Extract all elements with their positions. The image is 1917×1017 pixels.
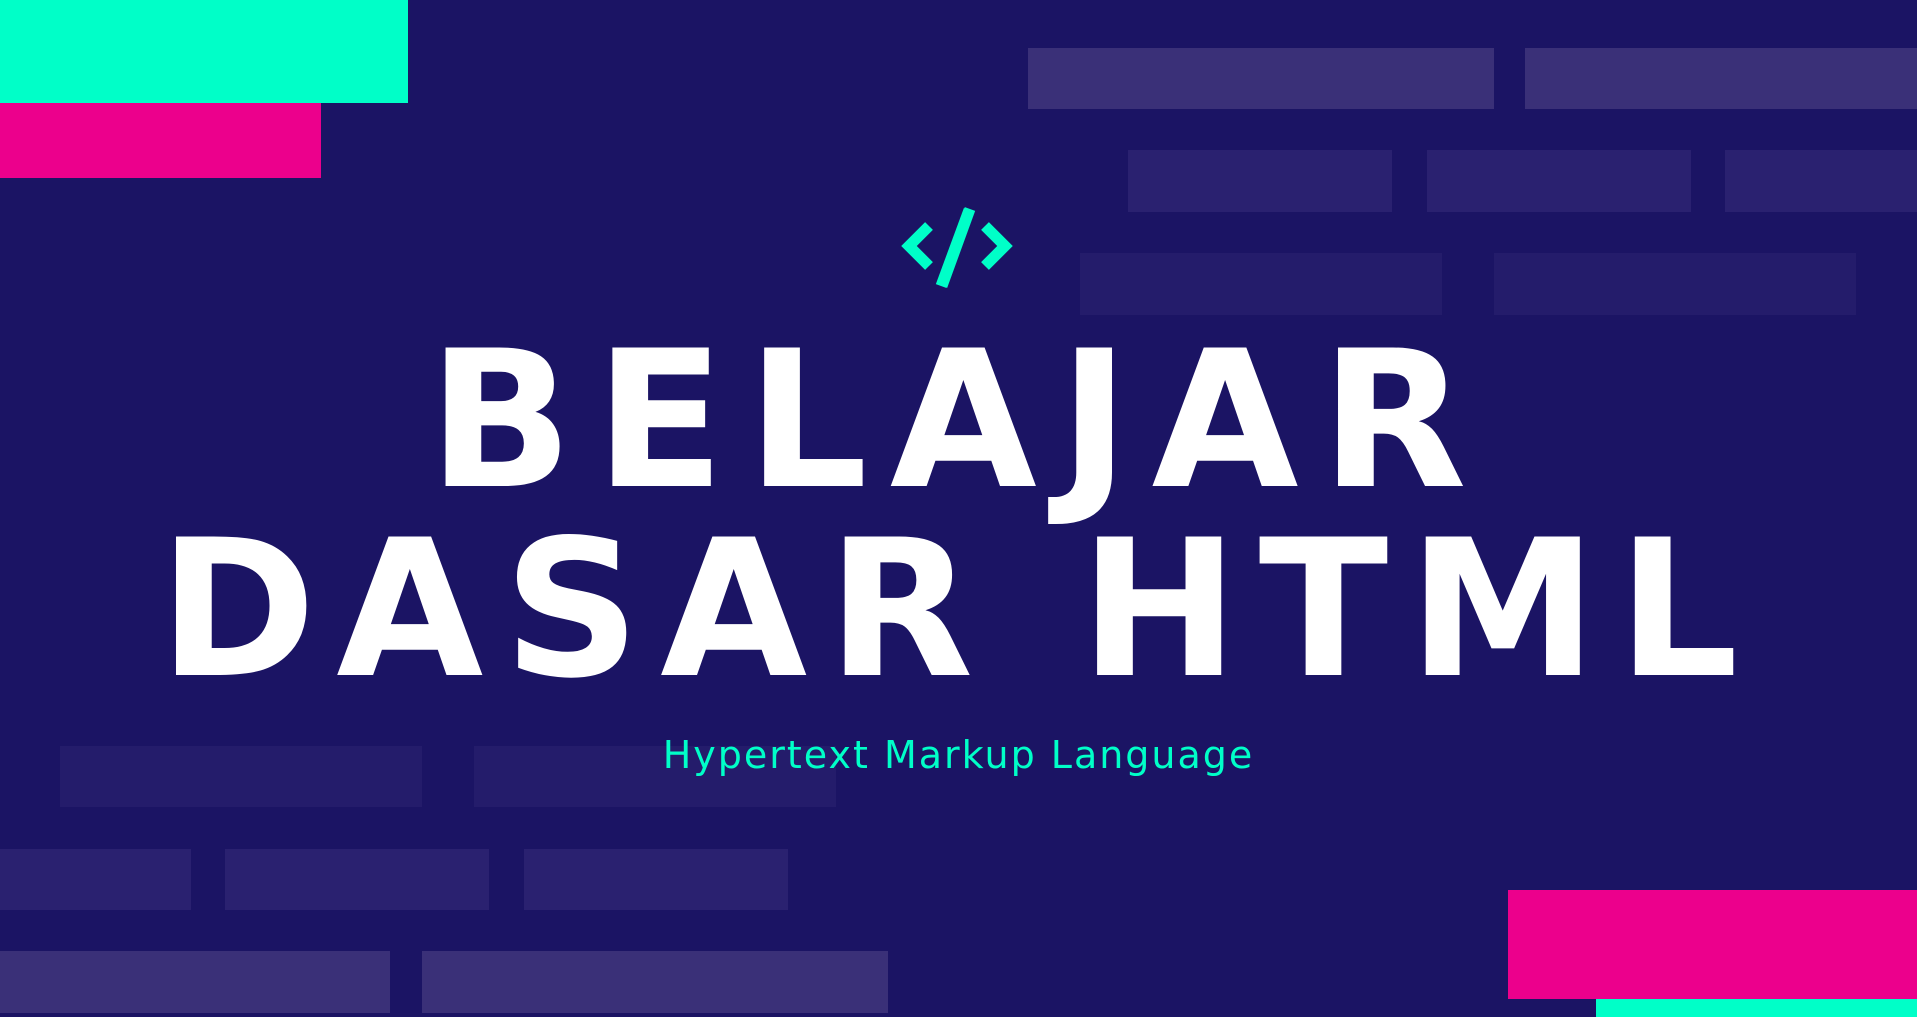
code-line-bar — [1525, 48, 1917, 109]
pink-corner-block-bottom — [1508, 890, 1917, 999]
title-line-1: BELAJAR — [428, 310, 1489, 531]
code-line-bar — [225, 849, 489, 910]
code-line-bar — [0, 849, 191, 910]
code-line-bar — [1725, 150, 1917, 212]
title-line-2: DASAR HTML — [158, 499, 1759, 720]
teal-corner-block-bottom — [1596, 999, 1917, 1017]
code-line-bar — [1494, 253, 1856, 315]
code-line-bar — [1080, 253, 1442, 315]
code-line-bar — [0, 951, 390, 1013]
code-line-bar — [1028, 48, 1494, 109]
teal-corner-block-top — [0, 0, 408, 103]
code-line-bar — [422, 951, 888, 1013]
pink-corner-block-top — [0, 103, 321, 178]
code-line-bar — [524, 849, 788, 910]
code-line-bar — [1427, 150, 1691, 212]
code-icon — [901, 207, 1013, 288]
code-line-bar — [1128, 150, 1392, 212]
subtitle: Hypertext Markup Language — [662, 733, 1255, 777]
